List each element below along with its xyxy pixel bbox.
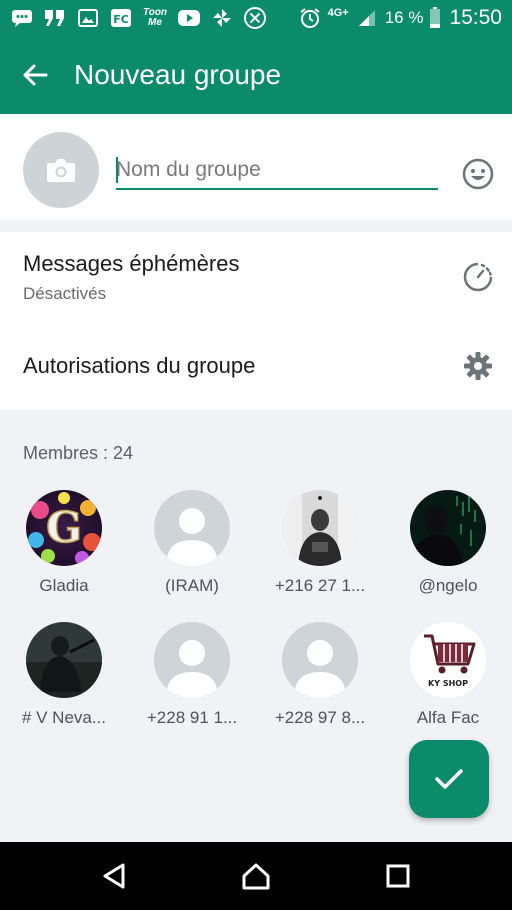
triangle-back-icon (103, 863, 125, 889)
member-item[interactable]: +216 27 1... (260, 490, 380, 610)
member-item[interactable]: @ngelo (388, 490, 508, 610)
clock: 15:50 (449, 6, 502, 29)
group-info-section (0, 114, 512, 220)
message-icon (10, 7, 34, 29)
close-circle-icon (243, 7, 267, 29)
camera-icon (47, 159, 75, 182)
avatar (282, 622, 358, 698)
system-nav-bar (0, 842, 512, 910)
confirm-create-group-button[interactable] (409, 740, 489, 818)
alarm-icon (298, 7, 322, 29)
member-name: +228 91 1... (146, 708, 238, 727)
member-item[interactable]: (IRAM) (132, 490, 252, 610)
group-permissions-title: Autorisations du groupe (23, 353, 256, 378)
nav-home-button[interactable] (239, 859, 273, 893)
avatar: G (26, 490, 102, 566)
nav-recents-button[interactable] (381, 859, 415, 893)
member-name: +228 97 8... (274, 708, 366, 727)
timer-icon (460, 259, 496, 295)
back-button[interactable] (0, 36, 70, 114)
members-count-header: Membres : 24 (23, 443, 134, 463)
member-item[interactable]: KY SHOP Alfa Fac (388, 622, 508, 742)
status-bar: FC Toon Me 4G+ 16 % 15:50 (0, 0, 512, 36)
emoji-button[interactable] (461, 157, 495, 191)
group-name-field[interactable] (116, 154, 438, 190)
member-name: (IRAM) (165, 576, 219, 595)
pinwheel-icon (210, 7, 234, 29)
member-name: +216 27 1... (274, 576, 366, 595)
youtube-icon (177, 7, 201, 29)
nav-back-button[interactable] (97, 859, 131, 893)
text-cursor (116, 157, 118, 183)
app-bar: Nouveau groupe (0, 36, 512, 114)
page-title: Nouveau groupe (74, 59, 282, 90)
group-permissions-row[interactable]: Autorisations du groupe (0, 332, 512, 410)
signal-icon (355, 7, 379, 29)
section-divider (0, 220, 512, 232)
gallery-icon (76, 7, 100, 29)
network-type: 4G+ (327, 7, 349, 19)
default-avatar-icon (294, 640, 346, 698)
battery-icon (429, 7, 441, 29)
ephemeral-messages-status: Désactivés (23, 284, 107, 303)
gear-icon (460, 348, 496, 384)
svg-text:FC: FC (113, 13, 129, 26)
member-name: Gladia (39, 576, 89, 595)
battery-percent: 16 % (384, 8, 424, 27)
smiley-icon (462, 158, 494, 190)
avatar (154, 490, 230, 566)
quote-icon (43, 7, 67, 29)
home-icon (242, 863, 270, 890)
ephemeral-messages-row[interactable]: Messages éphémères Désactivés (0, 232, 512, 332)
square-recents-icon (386, 864, 410, 888)
member-item[interactable]: +228 97 8... (260, 622, 380, 742)
member-item[interactable]: +228 91 1... (132, 622, 252, 742)
ephemeral-messages-title: Messages éphémères (23, 251, 240, 276)
avatar (154, 622, 230, 698)
svg-text:KY SHOP: KY SHOP (428, 679, 468, 688)
svg-text:G: G (46, 503, 82, 552)
member-item[interactable]: G Gladia (4, 490, 124, 610)
member-name: @ngelo (418, 576, 478, 595)
toonme-icon: Toon Me (142, 7, 168, 28)
check-icon (435, 769, 463, 789)
avatar: KY SHOP (410, 622, 486, 698)
default-avatar-icon (166, 508, 218, 566)
member-item[interactable]: # V Neva... (4, 622, 124, 742)
member-name: Alfa Fac (416, 708, 480, 727)
member-name: # V Neva... (21, 708, 107, 727)
settings-section: Messages éphémères Désactivés Autorisati… (0, 232, 512, 410)
avatar (410, 490, 486, 566)
arrow-back-icon (23, 64, 48, 86)
fc-app-icon: FC (109, 7, 133, 29)
group-photo-button[interactable] (23, 132, 99, 208)
avatar (26, 622, 102, 698)
avatar (282, 490, 358, 566)
default-avatar-icon (166, 640, 218, 698)
shop-cart-logo-icon: KY SHOP (410, 622, 486, 698)
group-name-input[interactable] (116, 154, 438, 186)
